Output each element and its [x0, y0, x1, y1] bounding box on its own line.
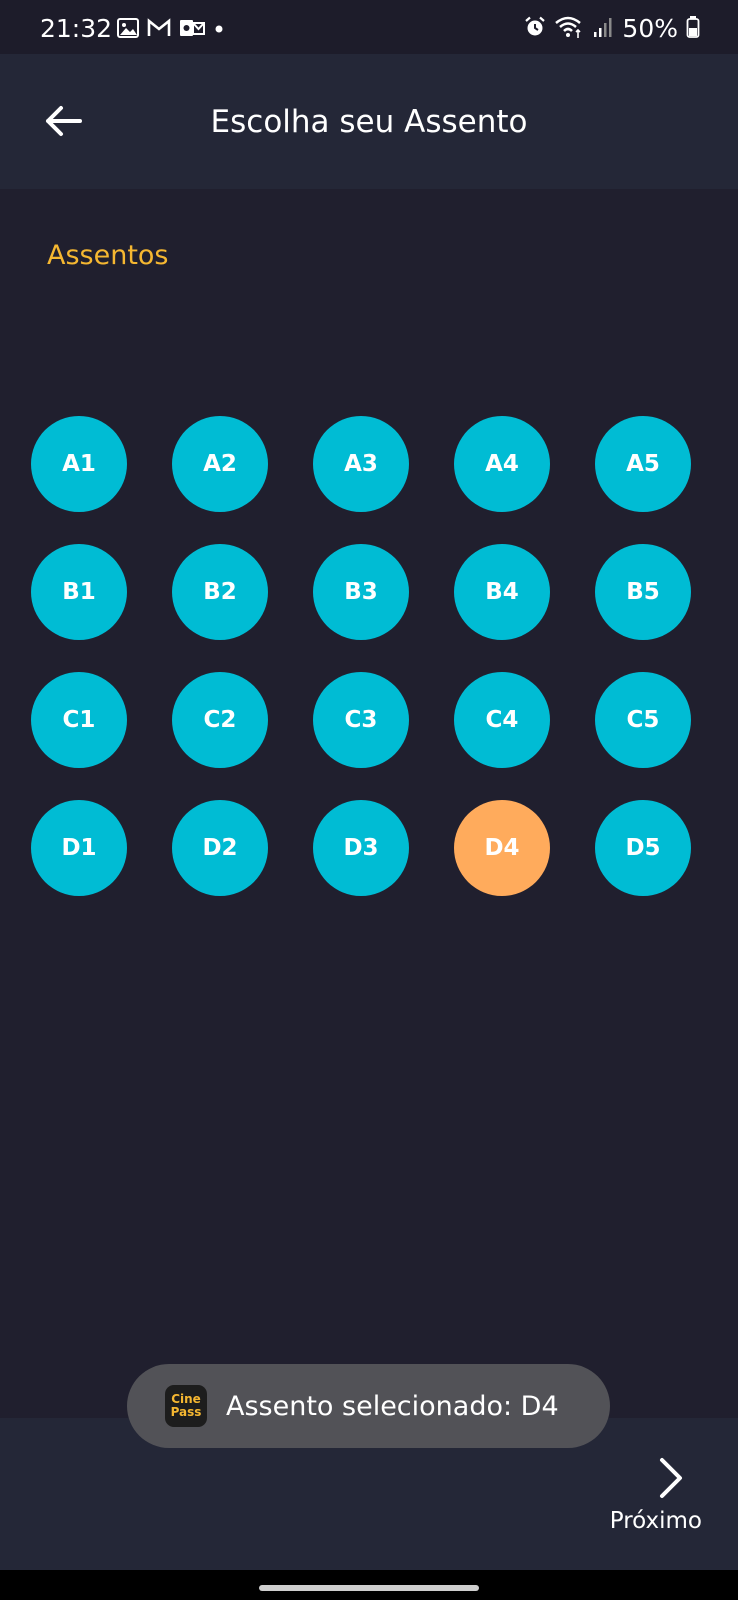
seat-b1-button[interactable]: B1: [31, 544, 127, 640]
gmail-icon: [147, 18, 171, 42]
logo-text-line2: Pass: [170, 1405, 202, 1419]
seat-b2-button[interactable]: B2: [172, 544, 268, 640]
alarm-icon: [524, 16, 546, 42]
gallery-icon: [117, 18, 139, 42]
seat-a5-button[interactable]: A5: [595, 416, 691, 512]
signal-icon: [592, 16, 614, 42]
home-gesture-handle[interactable]: [259, 1585, 479, 1591]
battery-percentage: 50%: [622, 14, 678, 43]
seat-a2-button[interactable]: A2: [172, 416, 268, 512]
battery-icon: [686, 15, 700, 43]
seat-c5-button[interactable]: C5: [595, 672, 691, 768]
seat-c4-button[interactable]: C4: [454, 672, 550, 768]
seat-d5-button[interactable]: D5: [595, 800, 691, 896]
seat-b5-button[interactable]: B5: [595, 544, 691, 640]
seat-a3-button[interactable]: A3: [313, 416, 409, 512]
app-bar: Escolha seu Assento: [0, 54, 738, 189]
seat-b4-button[interactable]: B4: [454, 544, 550, 640]
seat-c1-button[interactable]: C1: [31, 672, 127, 768]
seat-c2-button[interactable]: C2: [172, 672, 268, 768]
status-system-icons: 50%: [524, 14, 700, 43]
seat-a4-button[interactable]: A4: [454, 416, 550, 512]
seat-d3-button[interactable]: D3: [313, 800, 409, 896]
status-bar: 21:32 50%: [0, 0, 738, 54]
outlook-icon: [179, 18, 205, 42]
chevron-right-icon: [650, 1456, 690, 1500]
seat-d4-button[interactable]: D4: [454, 800, 550, 896]
toast-text: Assento selecionado: D4: [226, 1390, 559, 1422]
page-title: Escolha seu Assento: [210, 104, 528, 140]
seat-a1-button[interactable]: A1: [31, 416, 127, 512]
status-notification-icons: [117, 18, 225, 42]
seat-grid: A1 A2 A3 A4 A5 B1 B2 B3 B4 B5 C1 C2 C3 C…: [31, 416, 711, 896]
seat-b3-button[interactable]: B3: [313, 544, 409, 640]
next-label: Próximo: [609, 1508, 702, 1534]
wifi-icon: [554, 15, 584, 43]
section-label-seats: Assentos: [47, 240, 169, 271]
seat-d1-button[interactable]: D1: [31, 800, 127, 896]
seat-c3-button[interactable]: C3: [313, 672, 409, 768]
toast-message: Cine Pass Assento selecionado: D4: [127, 1364, 610, 1448]
seat-d2-button[interactable]: D2: [172, 800, 268, 896]
system-nav-bar: [0, 1570, 738, 1600]
status-time: 21:32: [40, 14, 113, 43]
notification-dot-icon: [213, 18, 225, 42]
cinepass-logo: Cine Pass: [165, 1385, 207, 1427]
next-button[interactable]: Próximo: [582, 1456, 702, 1534]
